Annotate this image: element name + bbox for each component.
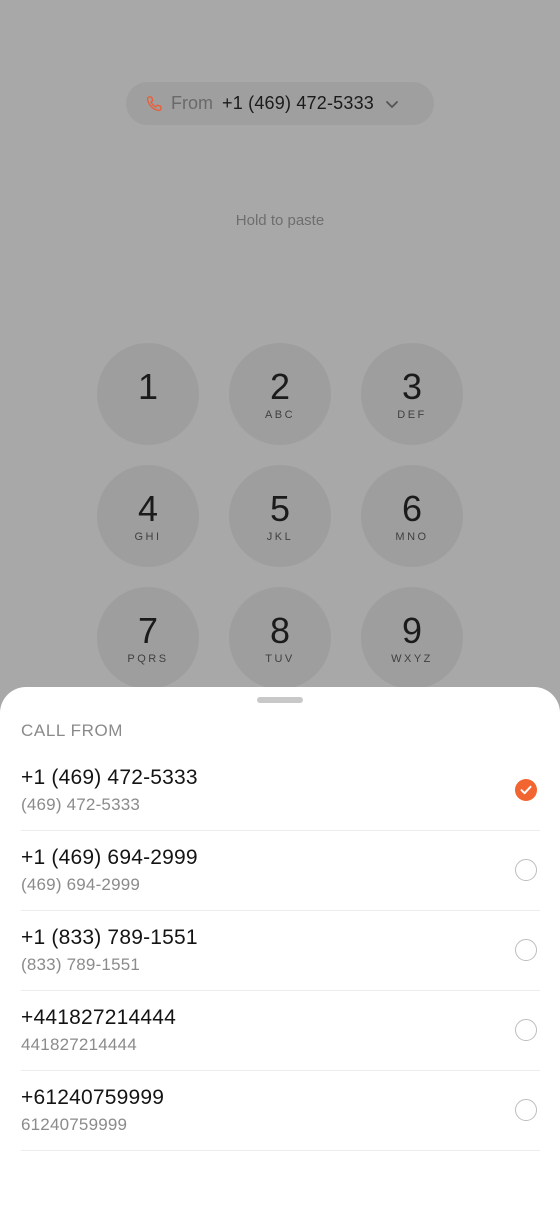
key-letters: DEF	[397, 408, 427, 421]
key-digit: 1	[137, 365, 159, 407]
key-letters: GHI	[134, 530, 162, 543]
key-digit: 7	[137, 609, 159, 651]
checkmark-icon	[520, 785, 532, 795]
number-list: +1 (469) 472-5333 (469) 472-5333 +1 (469…	[21, 751, 540, 1151]
number-option[interactable]: +1 (469) 694-2999 (469) 694-2999	[21, 831, 540, 911]
sheet-title: CALL FROM	[21, 721, 124, 740]
key-digit: 9	[401, 609, 423, 651]
key-digit: 3	[401, 365, 423, 407]
number-primary: +1 (469) 472-5333	[21, 766, 198, 789]
radio-button[interactable]	[515, 1099, 537, 1121]
call-from-sheet: CALL FROM +1 (469) 472-5333 (469) 472-53…	[0, 687, 560, 1205]
number-secondary: (469) 694-2999	[21, 875, 141, 894]
key-digit: 8	[269, 609, 291, 651]
radio-button-selected[interactable]	[515, 779, 537, 801]
paste-hint: Hold to paste	[235, 212, 325, 229]
key-2[interactable]: 2 ABC	[229, 343, 331, 445]
key-5[interactable]: 5 JKL	[229, 465, 331, 567]
key-3[interactable]: 3 DEF	[361, 343, 463, 445]
number-option[interactable]: +1 (833) 789-1551 (833) 789-1551	[21, 911, 540, 991]
key-digit: 4	[137, 487, 159, 529]
radio-button[interactable]	[515, 939, 537, 961]
key-7[interactable]: 7 PQRS	[97, 587, 199, 689]
key-9[interactable]: 9 WXYZ	[361, 587, 463, 689]
number-primary: +61240759999	[21, 1086, 165, 1109]
number-secondary: 61240759999	[21, 1115, 128, 1134]
number-primary: +1 (833) 789-1551	[21, 926, 198, 949]
number-secondary: 441827214444	[21, 1035, 137, 1054]
key-letters: ABC	[264, 408, 296, 421]
key-6[interactable]: 6 MNO	[361, 465, 463, 567]
number-primary: +441827214444	[21, 1006, 177, 1029]
sheet-grabber[interactable]	[257, 697, 303, 703]
phone-icon	[144, 94, 164, 114]
call-from-selector[interactable]: From +1 (469) 472-5333	[126, 82, 434, 125]
key-letters: WXYZ	[391, 652, 433, 665]
number-option[interactable]: +61240759999 61240759999	[21, 1071, 540, 1151]
number-primary: +1 (469) 694-2999	[21, 846, 198, 869]
key-digit: 6	[401, 487, 423, 529]
key-letters: PQRS	[127, 652, 169, 665]
key-letters: MNO	[395, 530, 429, 543]
radio-button[interactable]	[515, 859, 537, 881]
number-option[interactable]: +1 (469) 472-5333 (469) 472-5333	[21, 751, 540, 831]
key-letters: JKL	[266, 530, 294, 543]
key-digit: 5	[269, 487, 291, 529]
key-letters: TUV	[265, 652, 295, 665]
chevron-down-icon	[384, 96, 400, 112]
key-4[interactable]: 4 GHI	[97, 465, 199, 567]
number-secondary: (833) 789-1551	[21, 955, 141, 974]
from-number: +1 (469) 472-5333	[222, 93, 375, 113]
key-digit: 2	[269, 365, 291, 407]
radio-button[interactable]	[515, 1019, 537, 1041]
key-8[interactable]: 8 TUV	[229, 587, 331, 689]
key-1[interactable]: 1	[97, 343, 199, 445]
from-label: From	[171, 93, 213, 113]
number-option[interactable]: +441827214444 441827214444	[21, 991, 540, 1071]
number-secondary: (469) 472-5333	[21, 795, 141, 814]
